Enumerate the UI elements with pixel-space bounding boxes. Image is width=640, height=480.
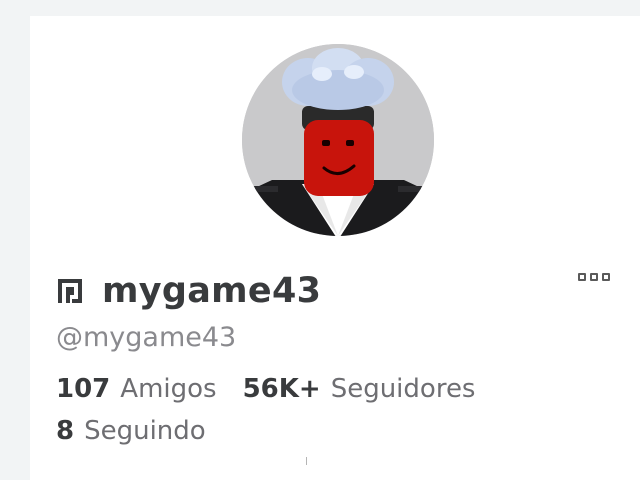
followers-count: 56K+ (242, 374, 321, 404)
more-options-icon (602, 273, 610, 281)
following-stat[interactable]: 8 Seguindo (56, 413, 206, 449)
stats-row-following: 8 Seguindo (56, 413, 206, 449)
friends-stat[interactable]: 107 Amigos (56, 371, 217, 407)
followers-label: Seguidores (330, 374, 476, 404)
display-name-row: mygame43 (56, 268, 321, 314)
text-cursor (306, 457, 307, 465)
display-name: mygame43 (102, 271, 322, 311)
more-options-button[interactable] (578, 270, 628, 286)
following-count: 8 (56, 416, 75, 446)
avatar[interactable] (242, 44, 434, 236)
premium-icon (58, 279, 82, 303)
more-options-icon (590, 273, 598, 281)
page: mygame43 @mygame43 107 Amigos 56K+ Seguido… (0, 0, 640, 480)
friends-label: Amigos (120, 374, 217, 404)
username: @mygame43 (56, 322, 237, 353)
profile-card: mygame43 @mygame43 107 Amigos 56K+ Seguido… (30, 16, 640, 480)
avatar-image (242, 44, 434, 236)
following-label: Seguindo (84, 416, 206, 446)
stats-row: 107 Amigos 56K+ Seguidores (56, 371, 475, 407)
followers-stat[interactable]: 56K+ Seguidores (243, 371, 476, 407)
friends-count: 107 (56, 374, 111, 404)
more-options-icon (578, 273, 586, 281)
